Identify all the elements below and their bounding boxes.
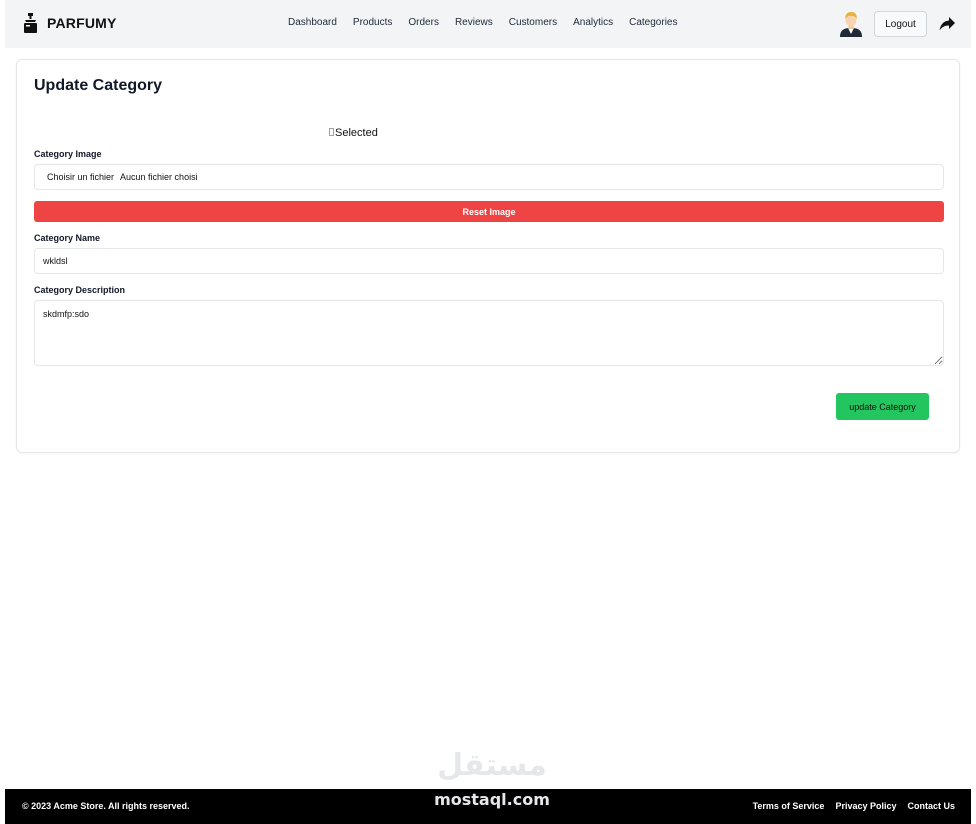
category-image-label: Category Image xyxy=(34,149,102,159)
user-avatar-icon[interactable] xyxy=(839,11,863,37)
logout-button[interactable]: Logout xyxy=(874,11,927,37)
footer-link-privacy[interactable]: Privacy Policy xyxy=(835,801,896,811)
nav-orders[interactable]: Orders xyxy=(408,17,439,28)
watermark-latin: mostaql.com xyxy=(434,790,550,809)
app-frame: PARFUMY Dashboard Products Orders Review… xyxy=(5,0,971,824)
brand-name: PARFUMY xyxy=(47,15,117,31)
image-preview: Selected xyxy=(329,127,378,139)
category-description-label: Category Description xyxy=(34,285,126,295)
copyright-text: © 2023 Acme Store. All rights reserved. xyxy=(22,801,190,811)
nav-reviews[interactable]: Reviews xyxy=(455,17,493,28)
update-category-card: Update Category Selected Category Image … xyxy=(16,59,960,453)
top-navbar: PARFUMY Dashboard Products Orders Review… xyxy=(5,0,971,48)
file-status-text: Aucun fichier choisi xyxy=(120,172,198,182)
brand[interactable]: PARFUMY xyxy=(23,13,117,33)
nav-dashboard[interactable]: Dashboard xyxy=(288,17,337,28)
nav-categories[interactable]: Categories xyxy=(629,17,677,28)
category-name-input[interactable] xyxy=(34,248,944,274)
footer-links: Terms of Service Privacy Policy Contact … xyxy=(753,801,955,811)
footer-link-contact[interactable]: Contact Us xyxy=(907,801,955,811)
nav-customers[interactable]: Customers xyxy=(509,17,557,28)
image-preview-alt-text: Selected xyxy=(335,127,378,139)
footer-link-terms[interactable]: Terms of Service xyxy=(753,801,825,811)
watermark-arabic: مستقل xyxy=(437,748,547,783)
choose-file-button[interactable]: Choisir un fichier xyxy=(47,172,114,182)
category-name-label: Category Name xyxy=(34,233,101,243)
update-category-button[interactable]: update Category xyxy=(836,393,929,420)
nav-products[interactable]: Products xyxy=(353,17,392,28)
reset-image-button[interactable]: Reset Image xyxy=(34,201,944,222)
category-image-file-input[interactable]: Choisir un fichier Aucun fichier choisi xyxy=(34,164,944,190)
broken-image-icon xyxy=(329,128,334,136)
main-nav: Dashboard Products Orders Reviews Custom… xyxy=(288,17,677,28)
page-title: Update Category xyxy=(34,77,163,94)
share-arrow-icon[interactable] xyxy=(939,16,955,31)
category-description-textarea[interactable]: skdmfp:sdo xyxy=(34,300,944,366)
perfume-bottle-icon xyxy=(24,13,37,33)
nav-analytics[interactable]: Analytics xyxy=(573,17,613,28)
